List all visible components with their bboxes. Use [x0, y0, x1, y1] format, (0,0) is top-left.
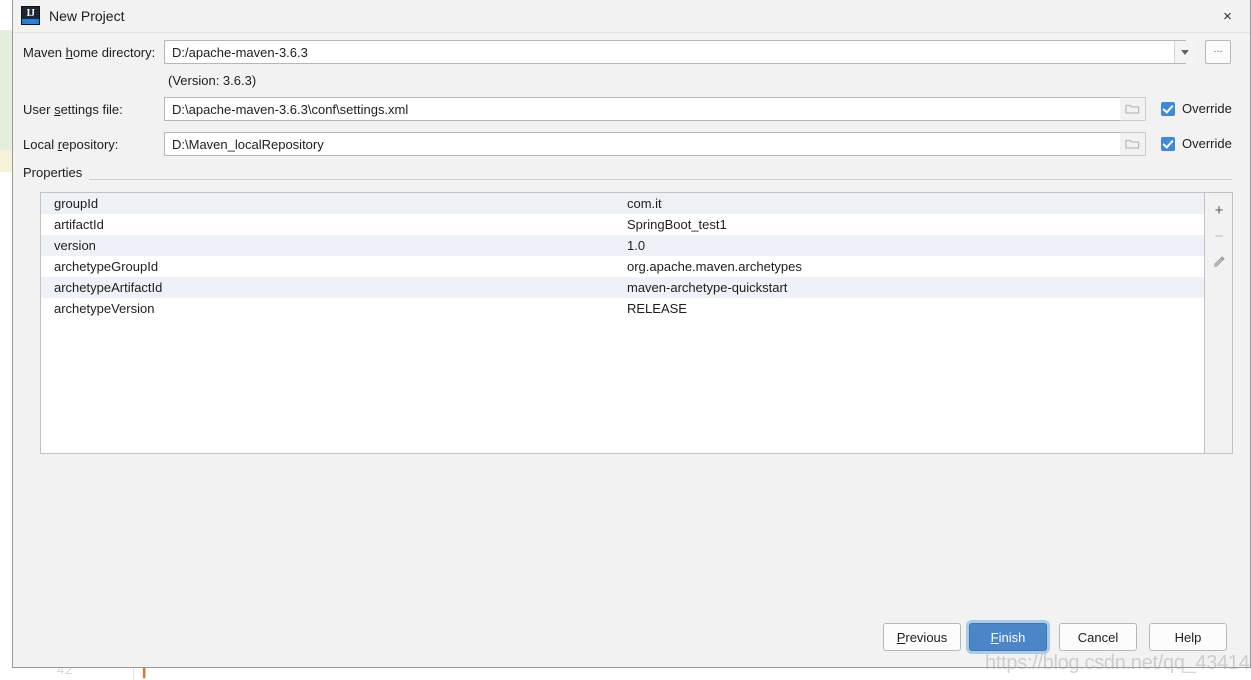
property-key: version	[54, 238, 96, 253]
dialog-title-bar: IJ New Project ×	[13, 0, 1250, 33]
previous-button[interactable]: Previous	[883, 623, 961, 651]
folder-icon-svg	[1125, 139, 1140, 149]
property-key: groupId	[54, 196, 99, 211]
background-yellow-strip	[0, 150, 12, 172]
maven-home-label: Maven home directory:	[23, 45, 156, 60]
property-value: RELEASE	[627, 301, 687, 316]
help-button[interactable]: Help	[1149, 623, 1227, 651]
folder-icon-svg	[1125, 104, 1140, 114]
table-row[interactable]: version 1.0	[41, 235, 1204, 256]
user-settings-override-checkbox[interactable]: Override	[1161, 101, 1232, 116]
local-repository-override-checkbox[interactable]: Override	[1161, 136, 1232, 151]
new-project-dialog: IJ New Project × Maven home directory: D…	[12, 0, 1251, 668]
table-row[interactable]: archetypeArtifactId maven-archetype-quick…	[41, 277, 1204, 298]
cancel-button[interactable]: Cancel	[1059, 623, 1137, 651]
table-row[interactable]: archetypeGroupId org.apache.maven.archety…	[41, 256, 1204, 277]
user-settings-input[interactable]: D:\apache-maven-3.6.3\conf\settings.xml	[164, 97, 1132, 121]
property-key: archetypeGroupId	[54, 259, 159, 274]
table-row[interactable]: artifactId SpringBoot_test1	[41, 214, 1204, 235]
local-repository-label: Local repository:	[23, 137, 119, 152]
properties-panel: groupId com.it artifactId SpringBoot_test1v…	[40, 192, 1233, 454]
dialog-title: New Project	[49, 8, 125, 24]
table-row[interactable]: archetypeVersion RELEASE	[41, 298, 1204, 319]
local-repository-input[interactable]: D:\Maven_localRepository	[164, 132, 1132, 156]
maven-home-input[interactable]: D:/apache-maven-3.6.3	[164, 40, 1186, 64]
properties-table[interactable]: groupId com.it artifactId SpringBoot_test1v…	[41, 193, 1204, 453]
remove-property-button[interactable]: −	[1205, 223, 1233, 249]
checkbox-checked-icon	[1161, 136, 1175, 151]
maven-home-browse-button[interactable]: ...	[1205, 40, 1231, 64]
maven-version-note: (Version: 3.6.3)	[168, 73, 257, 88]
pencil-icon-svg	[1214, 256, 1225, 267]
checkbox-checked-icon	[1161, 101, 1175, 116]
close-icon[interactable]: ×	[1205, 0, 1250, 32]
folder-icon[interactable]	[1120, 132, 1146, 156]
property-key: archetypeVersion	[54, 301, 155, 316]
background-green-strip	[0, 30, 12, 150]
folder-icon[interactable]	[1120, 97, 1146, 121]
user-settings-label: User settings file:	[23, 102, 123, 117]
add-property-button[interactable]: +	[1205, 197, 1233, 223]
properties-group-label: Properties	[23, 165, 90, 180]
pencil-icon[interactable]	[1205, 249, 1233, 275]
property-value: org.apache.maven.archetypes	[627, 259, 802, 274]
property-value: 1.0	[627, 238, 646, 253]
property-key: artifactId	[54, 217, 104, 232]
intellij-idea-icon: IJ	[21, 6, 40, 25]
properties-separator-rule	[23, 179, 1232, 180]
finish-button[interactable]: Finish	[969, 623, 1047, 651]
override-label: Override	[1182, 101, 1232, 116]
app-icon-letters: IJ	[26, 8, 35, 19]
app-icon-accent-bar	[22, 19, 39, 24]
chevron-down-icon[interactable]	[1174, 41, 1195, 63]
override-label: Override	[1182, 136, 1232, 151]
property-value: com.it	[627, 196, 662, 211]
property-key: archetypeArtifactId	[54, 280, 163, 295]
property-value: SpringBoot_test1	[627, 217, 727, 232]
properties-toolbar: + −	[1204, 193, 1232, 453]
table-row[interactable]: groupId com.it	[41, 193, 1204, 214]
property-value: maven-archetype-quickstart	[627, 280, 788, 295]
